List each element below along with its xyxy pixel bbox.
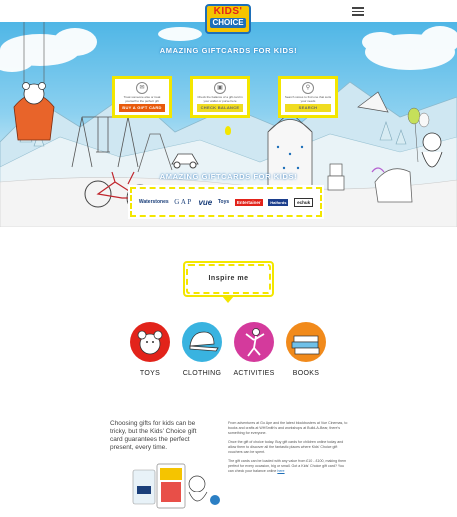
category-label: CLOTHING: [182, 370, 222, 377]
category-label: ACTIVITIES: [233, 370, 275, 377]
down-arrow-icon: [222, 296, 234, 303]
kids-choice-logo[interactable]: KIDS' CHOICE: [205, 4, 251, 34]
cap-icon: [182, 322, 222, 362]
gift-cards-illustration: [127, 458, 227, 512]
brand-strip: Waterstones GAP vue Toys Entertainer Hal…: [130, 187, 322, 217]
jumping-child-icon: [234, 322, 274, 362]
inspire-me-button[interactable]: Inspire me: [186, 264, 271, 294]
check-balance-panel: ▣ Check the balance of a gift card in yo…: [190, 76, 250, 118]
intro-text: Choosing gifts for kids can be tricky, b…: [110, 420, 197, 451]
check-balance-link[interactable]: here: [277, 469, 284, 473]
search-icon: ⚲: [302, 82, 314, 94]
paragraph: The gift cards can be loaded with any va…: [228, 459, 347, 473]
card-reader-icon: ▣: [214, 82, 226, 94]
category-label: BOOKS: [292, 370, 320, 377]
brand-waterstones[interactable]: Waterstones: [139, 199, 169, 205]
buy-card-description: Treat someone else or treat yourself to …: [123, 95, 161, 103]
brand-halfords[interactable]: Halfords: [268, 198, 289, 206]
brand-gap[interactable]: GAP: [174, 198, 193, 206]
hero-subtitle: AMAZING GIFTCARDS FOR KIDS!: [159, 172, 298, 181]
search-button[interactable]: SEARCH: [285, 104, 331, 112]
teddy-bear-icon: [130, 322, 170, 362]
description-text: From adventures at Go Ape and the latest…: [228, 421, 348, 478]
paragraph: Once the gift of choice today. Buy gift …: [228, 440, 344, 454]
buy-gift-card-panel: ✉ Treat someone else or treat yourself t…: [112, 76, 172, 118]
search-stores-panel: ⚲ Search stores to find one that suits y…: [278, 76, 338, 118]
paragraph: From adventures at Go Ape and the latest…: [228, 421, 348, 435]
hamburger-menu-icon[interactable]: [352, 5, 364, 16]
buy-gift-card-button[interactable]: BUY A GIFT CARD: [119, 104, 165, 112]
category-activities[interactable]: ACTIVITIES: [231, 322, 277, 377]
brand-vue[interactable]: vue: [198, 198, 212, 207]
category-books[interactable]: BOOKS: [283, 322, 329, 377]
lightbulb-icon: [225, 126, 231, 135]
books-icon: [286, 322, 326, 362]
brand-entertainer[interactable]: Entertainer: [234, 198, 263, 206]
category-clothing[interactable]: CLOTHING: [179, 322, 225, 377]
brand-toys[interactable]: Toys: [218, 199, 229, 205]
check-balance-description: Check the balance of a gift card in your…: [197, 95, 243, 103]
gift-card-icon: ✉: [136, 82, 148, 94]
category-toys[interactable]: TOYS: [127, 322, 173, 377]
hero-title: AMAZING GIFTCARDS FOR KIDS!: [159, 46, 298, 55]
check-balance-button[interactable]: CHECK BALANCE: [197, 104, 243, 112]
brand-echuk[interactable]: echuk: [294, 197, 314, 207]
search-description: Search stores to find one that suits you…: [284, 95, 332, 103]
category-label: TOYS: [139, 370, 161, 377]
